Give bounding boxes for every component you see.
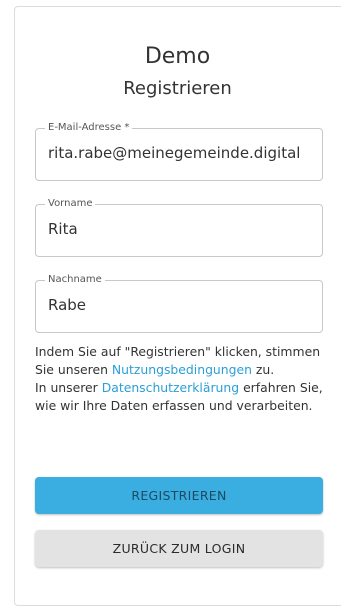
lastname-field-value[interactable]: Rabe bbox=[48, 296, 86, 314]
legal-text-part2: zu. bbox=[251, 362, 275, 377]
firstname-field-value[interactable]: Rita bbox=[48, 220, 78, 238]
lastname-field-label: Nachname bbox=[45, 274, 105, 286]
email-field-label: E-Mail-Adresse * bbox=[45, 122, 133, 134]
lastname-field[interactable]: Nachname Rabe bbox=[35, 274, 323, 333]
legal-text-part3: In unserer bbox=[35, 380, 102, 395]
terms-link[interactable]: Nutzungsbedingungen bbox=[112, 362, 252, 377]
firstname-field-label: Vorname bbox=[45, 198, 96, 210]
legal-notice: Indem Sie auf "Registrieren" klicken, st… bbox=[35, 343, 335, 415]
email-field-value[interactable]: rita.rabe@meinegemeinde.digital bbox=[48, 144, 300, 162]
email-field[interactable]: E-Mail-Adresse * rita.rabe@meinegemeinde… bbox=[35, 122, 323, 181]
app-name: Demo bbox=[144, 44, 211, 69]
register-button[interactable]: REGISTRIEREN bbox=[35, 477, 323, 514]
page-title: Registrieren bbox=[123, 78, 232, 99]
privacy-link[interactable]: Datenschutzerklärung bbox=[102, 380, 239, 395]
back-to-login-button[interactable]: ZURÜCK ZUM LOGIN bbox=[35, 530, 323, 567]
firstname-field[interactable]: Vorname Rita bbox=[35, 198, 323, 257]
